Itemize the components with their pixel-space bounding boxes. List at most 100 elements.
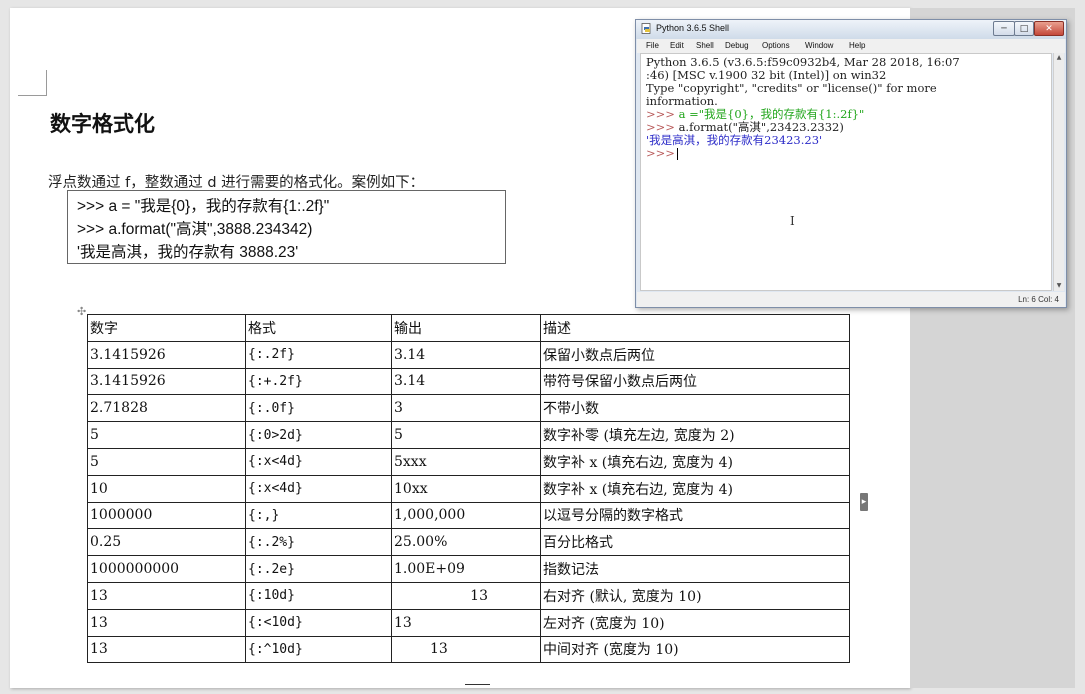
- shell-prompt: >>>: [646, 120, 675, 134]
- table-row: 3.1415926 {:.2f} 3.14 保留小数点后两位: [87, 340, 850, 369]
- format-cell: {:0>2d}: [245, 421, 392, 449]
- menu-help[interactable]: Help: [849, 41, 865, 50]
- resize-tab-icon[interactable]: ▸: [860, 493, 868, 511]
- number-cell: 13: [87, 608, 246, 637]
- description-cell: 指数记法: [540, 555, 850, 583]
- table-row: 10 {:x<4d} 10xx 数字补 x (填充右边, 宽度为 4): [87, 474, 850, 503]
- scroll-up-icon[interactable]: ▲: [1055, 54, 1063, 62]
- table-row: 5 {:0>2d} 5 数字补零 (填充左边, 宽度为 2): [87, 421, 850, 449]
- table-row: 13 {:^10d} 13 中间对齐 (宽度为 10): [87, 635, 850, 664]
- shell-text-area[interactable]: Python 3.6.5 (v3.6.5:f59c0932b4, Mar 28 …: [640, 53, 1052, 291]
- description-cell: 数字补零 (填充左边, 宽度为 2): [540, 421, 850, 449]
- header-cell: 输出: [391, 314, 541, 342]
- maximize-button[interactable]: □: [1014, 21, 1034, 36]
- table-header-row: 数字 格式 输出 描述: [87, 314, 850, 342]
- table-row: 1000000000 {:.2e} 1.00E+09 指数记法: [87, 555, 850, 583]
- code-example-box: >>> a = "我是{0}，我的存款有{1:.2f}" >>> a.forma…: [67, 190, 506, 264]
- minimize-button[interactable]: ─: [993, 21, 1015, 36]
- title-bar[interactable]: Python 3.6.5 Shell ─ □ ✕: [636, 20, 1066, 39]
- vertical-scrollbar[interactable]: ▲ ▼: [1053, 53, 1064, 291]
- scroll-down-icon[interactable]: ▼: [1055, 282, 1063, 290]
- output-cell: 25.00%: [391, 528, 541, 557]
- page-heading: 数字格式化: [50, 112, 155, 136]
- input-text: a.format("高淇",23423.2332): [674, 120, 844, 134]
- menu-window[interactable]: Window: [805, 41, 833, 50]
- number-cell: 1000000000: [87, 555, 246, 583]
- number-cell: 3.1415926: [87, 340, 246, 369]
- format-cell: {:+.2f}: [245, 367, 392, 396]
- table-row: 2.71828 {:.0f} 3 不带小数: [87, 394, 850, 423]
- format-cell: {:,}: [245, 501, 392, 530]
- format-cell: {:.2f}: [245, 340, 392, 369]
- description-text: 浮点数通过 f，整数通过 d 进行需要的格式化。案例如下：: [48, 175, 425, 191]
- python-file-icon: [641, 23, 651, 34]
- table-row: 3.1415926 {:+.2f} 3.14 带符号保留小数点后两位: [87, 367, 850, 396]
- output-cell: 3.14: [391, 340, 541, 369]
- format-cell: {:<10d}: [245, 608, 392, 637]
- description-cell: 中间对齐 (宽度为 10): [540, 635, 850, 664]
- table-row: 13 {:<10d} 13 左对齐 (宽度为 10): [87, 608, 850, 637]
- shell-prompt: >>>: [646, 107, 675, 121]
- format-cell: {:10d}: [245, 581, 392, 610]
- output-cell: 10xx: [391, 474, 541, 503]
- table-row: 13 {:10d} 13 右对齐 (默认, 宽度为 10): [87, 581, 850, 610]
- menu-options[interactable]: Options: [762, 41, 790, 50]
- page-margin-mark: [46, 70, 47, 96]
- page-margin-mark: [18, 95, 46, 96]
- cursor-position: Ln: 6 Col: 4: [1018, 295, 1059, 304]
- divider: [465, 684, 490, 685]
- close-button[interactable]: ✕: [1034, 21, 1064, 36]
- format-table: 数字 格式 输出 描述 3.1415926 {:.2f} 3.14 保留小数点后两位 3…: [87, 314, 850, 664]
- description-cell: 带符号保留小数点后两位: [540, 367, 850, 396]
- format-cell: {:^10d}: [245, 635, 392, 664]
- output-cell: 5: [391, 421, 541, 449]
- format-cell: {:x<4d}: [245, 474, 392, 503]
- format-cell: {:.0f}: [245, 394, 392, 423]
- number-cell: 1000000: [87, 501, 246, 530]
- number-cell: 5: [87, 447, 246, 476]
- ibeam-cursor-icon: I: [790, 214, 795, 228]
- input-line: >>>: [646, 147, 675, 160]
- output-cell: 1,000,000: [391, 501, 541, 530]
- output-cell: 5xxx: [391, 447, 541, 476]
- output-cell: 3.14: [391, 367, 541, 396]
- output-cell: 13: [391, 635, 541, 664]
- description-cell: 以逗号分隔的数字格式: [540, 501, 850, 530]
- number-cell: 5: [87, 421, 246, 449]
- menu-edit[interactable]: Edit: [670, 41, 684, 50]
- description-cell: 保留小数点后两位: [540, 340, 850, 369]
- shell-prompt: >>>: [646, 146, 675, 160]
- format-cell: {:.2%}: [245, 528, 392, 557]
- menu-shell[interactable]: Shell: [696, 41, 714, 50]
- table-move-handle-icon[interactable]: ✣: [77, 305, 86, 318]
- input-text: a ="我是{0}，我的存款有{1:.2f}": [674, 107, 865, 121]
- code-line: '我是高淇，我的存款有 3888.23': [77, 244, 299, 261]
- description-cell: 左对齐 (宽度为 10): [540, 608, 850, 637]
- table-row: 5 {:x<4d} 5xxx 数字补 x (填充右边, 宽度为 4): [87, 447, 850, 476]
- output-cell: 1.00E+09: [391, 555, 541, 583]
- number-cell: 0.25: [87, 528, 246, 557]
- window-title: Python 3.6.5 Shell: [656, 23, 730, 33]
- text-cursor: [677, 148, 678, 160]
- header-cell: 格式: [245, 314, 392, 342]
- python-shell-window: Python 3.6.5 Shell ─ □ ✕ File Edit Shell…: [635, 19, 1067, 308]
- menu-debug[interactable]: Debug: [725, 41, 749, 50]
- table-row: 1000000 {:,} 1,000,000 以逗号分隔的数字格式: [87, 501, 850, 530]
- description-cell: 百分比格式: [540, 528, 850, 557]
- output-cell: 13: [391, 608, 541, 637]
- table-row: 0.25 {:.2%} 25.00% 百分比格式: [87, 528, 850, 557]
- number-cell: 3.1415926: [87, 367, 246, 396]
- number-cell: 13: [87, 581, 246, 610]
- code-line: >>> a = "我是{0}，我的存款有{1:.2f}": [77, 198, 330, 215]
- description-cell: 不带小数: [540, 394, 850, 423]
- description-cell: 右对齐 (默认, 宽度为 10): [540, 581, 850, 610]
- output-cell: 3: [391, 394, 541, 423]
- number-cell: 13: [87, 635, 246, 664]
- menu-file[interactable]: File: [646, 41, 659, 50]
- number-cell: 2.71828: [87, 394, 246, 423]
- format-cell: {:x<4d}: [245, 447, 392, 476]
- description-cell: 数字补 x (填充右边, 宽度为 4): [540, 474, 850, 503]
- code-line: >>> a.format("高淇",3888.234342): [77, 221, 313, 238]
- output-cell: 13: [391, 581, 541, 610]
- format-cell: {:.2e}: [245, 555, 392, 583]
